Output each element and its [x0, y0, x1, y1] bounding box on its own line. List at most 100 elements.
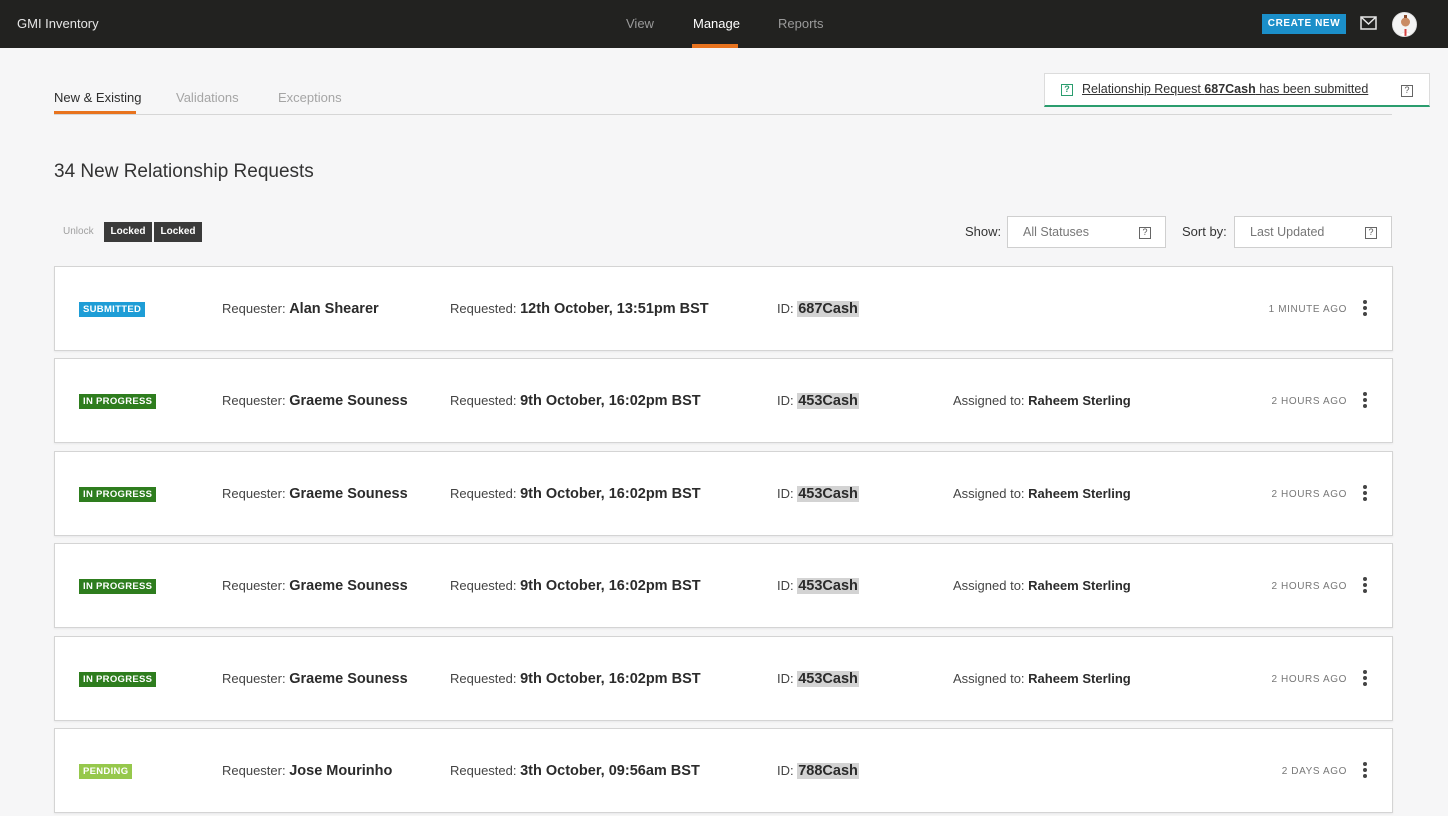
updated-time: 2 HOURS AGO [1271, 674, 1347, 685]
assigned-to-field: Assigned to: Raheem Sterling [953, 578, 1131, 593]
requested-label: Requested: [450, 763, 521, 778]
updated-time: 2 DAYS AGO [1281, 766, 1347, 777]
status-filter-value: All Statuses [1023, 225, 1090, 239]
assigned-to-value: Raheem Sterling [1028, 671, 1131, 686]
updated-time: 2 HOURS AGO [1271, 489, 1347, 500]
request-id-label: ID: [777, 393, 798, 408]
more-options-icon[interactable] [1362, 762, 1368, 780]
request-id-value: 453Cash [797, 578, 859, 594]
more-options-icon[interactable] [1362, 300, 1368, 318]
kebab-dot [1363, 768, 1367, 772]
requester-label: Requester: [222, 301, 290, 316]
requested-field: Requested: 9th October, 16:02pm BST [450, 578, 701, 594]
request-id-label: ID: [777, 671, 798, 686]
requester-field: Requester: Alan Shearer [222, 301, 379, 317]
kebab-dot [1363, 491, 1367, 495]
request-card[interactable]: IN PROGRESS Requester: Graeme Souness Requ… [54, 636, 1393, 721]
nav-item-reports[interactable]: Reports [778, 16, 824, 31]
requester-field: Requester: Graeme Souness [222, 671, 408, 687]
requester-value: Graeme Souness [289, 486, 408, 502]
request-id-value: 687Cash [797, 301, 859, 317]
create-new-button[interactable]: CREATE NEW [1262, 14, 1346, 34]
assigned-to-value: Raheem Sterling [1028, 486, 1131, 501]
requested-field: Requested: 9th October, 16:02pm BST [450, 671, 701, 687]
top-bar: GMI Inventory View Manage Reports CREATE… [0, 0, 1448, 48]
request-card[interactable]: SUBMITTED Requester: Alan Shearer Requeste… [54, 266, 1393, 351]
more-options-icon[interactable] [1362, 485, 1368, 503]
kebab-dot [1363, 404, 1367, 408]
nav-active-indicator [692, 44, 738, 48]
requested-label: Requested: [450, 486, 521, 501]
kebab-dot [1363, 300, 1367, 304]
request-card[interactable]: IN PROGRESS Requester: Graeme Souness Requ… [54, 543, 1393, 628]
requester-label: Requester: [222, 393, 290, 408]
requested-value: 3th October, 09:56am BST [520, 763, 700, 779]
notification-link[interactable]: Relationship Request 687Cash has been su… [1082, 82, 1368, 96]
requested-field: Requested: 3th October, 09:56am BST [450, 763, 700, 779]
status-filter-select[interactable]: All Statuses ? [1007, 216, 1166, 248]
requester-label: Requester: [222, 486, 290, 501]
request-id-field: ID: 788Cash [777, 763, 859, 779]
request-id-value: 788Cash [797, 763, 859, 779]
status-badge: SUBMITTED [79, 302, 146, 317]
nav-item-manage[interactable]: Manage [693, 16, 740, 31]
notification-suffix: has been submitted [1255, 82, 1369, 96]
updated-time: 2 HOURS AGO [1271, 396, 1347, 407]
kebab-dot [1363, 762, 1367, 766]
locked-option[interactable]: Locked [154, 222, 202, 242]
submission-notification: ? Relationship Request 687Cash has been … [1044, 73, 1430, 107]
sort-label: Sort by: [1182, 224, 1227, 239]
help-icon: ? [1365, 227, 1377, 239]
top-nav: View Manage Reports [0, 0, 1448, 48]
assigned-to-field: Assigned to: Raheem Sterling [953, 486, 1131, 501]
requester-label: Requester: [222, 671, 290, 686]
tabs-divider [54, 114, 1392, 115]
status-badge: PENDING [79, 764, 133, 779]
nav-item-view[interactable]: View [626, 16, 654, 31]
request-id-field: ID: 453Cash [777, 486, 859, 502]
request-card[interactable]: PENDING Requester: Jose Mourinho Requested… [54, 728, 1393, 813]
requested-value: 9th October, 16:02pm BST [520, 671, 701, 687]
requester-label: Requester: [222, 763, 290, 778]
avatar[interactable] [1392, 12, 1417, 37]
assigned-to-field: Assigned to: Raheem Sterling [953, 671, 1131, 686]
assigned-to-field: Assigned to: Raheem Sterling [953, 393, 1131, 408]
assigned-to-label: Assigned to: [953, 393, 1029, 408]
request-id-label: ID: [777, 486, 798, 501]
request-id-field: ID: 687Cash [777, 301, 859, 317]
more-options-icon[interactable] [1362, 670, 1368, 688]
request-id-value: 453Cash [797, 486, 859, 502]
kebab-dot [1363, 392, 1367, 396]
requested-label: Requested: [450, 671, 521, 686]
tab-validations[interactable]: Validations [176, 90, 239, 105]
tab-exceptions[interactable]: Exceptions [278, 90, 342, 105]
kebab-dot [1363, 577, 1367, 581]
request-card[interactable]: IN PROGRESS Requester: Graeme Souness Requ… [54, 358, 1393, 443]
sort-select[interactable]: Last Updated ? [1234, 216, 1392, 248]
requested-value: 12th October, 13:51pm BST [520, 301, 709, 317]
kebab-dot [1363, 676, 1367, 680]
requester-field: Requester: Graeme Souness [222, 578, 408, 594]
unlock-option[interactable]: Unlock [63, 226, 94, 237]
more-options-icon[interactable] [1362, 577, 1368, 595]
tab-new-existing[interactable]: New & Existing [54, 90, 141, 105]
requested-label: Requested: [450, 393, 521, 408]
kebab-dot [1363, 682, 1367, 686]
requested-field: Requested: 12th October, 13:51pm BST [450, 301, 709, 317]
kebab-dot [1363, 485, 1367, 489]
help-icon: ? [1061, 84, 1073, 96]
request-id-field: ID: 453Cash [777, 671, 859, 687]
more-options-icon[interactable] [1362, 392, 1368, 410]
kebab-dot [1363, 670, 1367, 674]
requester-label: Requester: [222, 578, 290, 593]
assigned-to-label: Assigned to: [953, 578, 1029, 593]
mail-icon[interactable] [1360, 16, 1377, 30]
page-title: 34 New Relationship Requests [54, 161, 314, 182]
notification-prefix: Relationship Request [1082, 82, 1205, 96]
help-icon[interactable]: ? [1401, 85, 1413, 97]
locked-option[interactable]: Locked [104, 222, 152, 242]
requested-label: Requested: [450, 301, 521, 316]
requested-value: 9th October, 16:02pm BST [520, 486, 701, 502]
kebab-dot [1363, 312, 1367, 316]
request-card[interactable]: IN PROGRESS Requester: Graeme Souness Requ… [54, 451, 1393, 536]
